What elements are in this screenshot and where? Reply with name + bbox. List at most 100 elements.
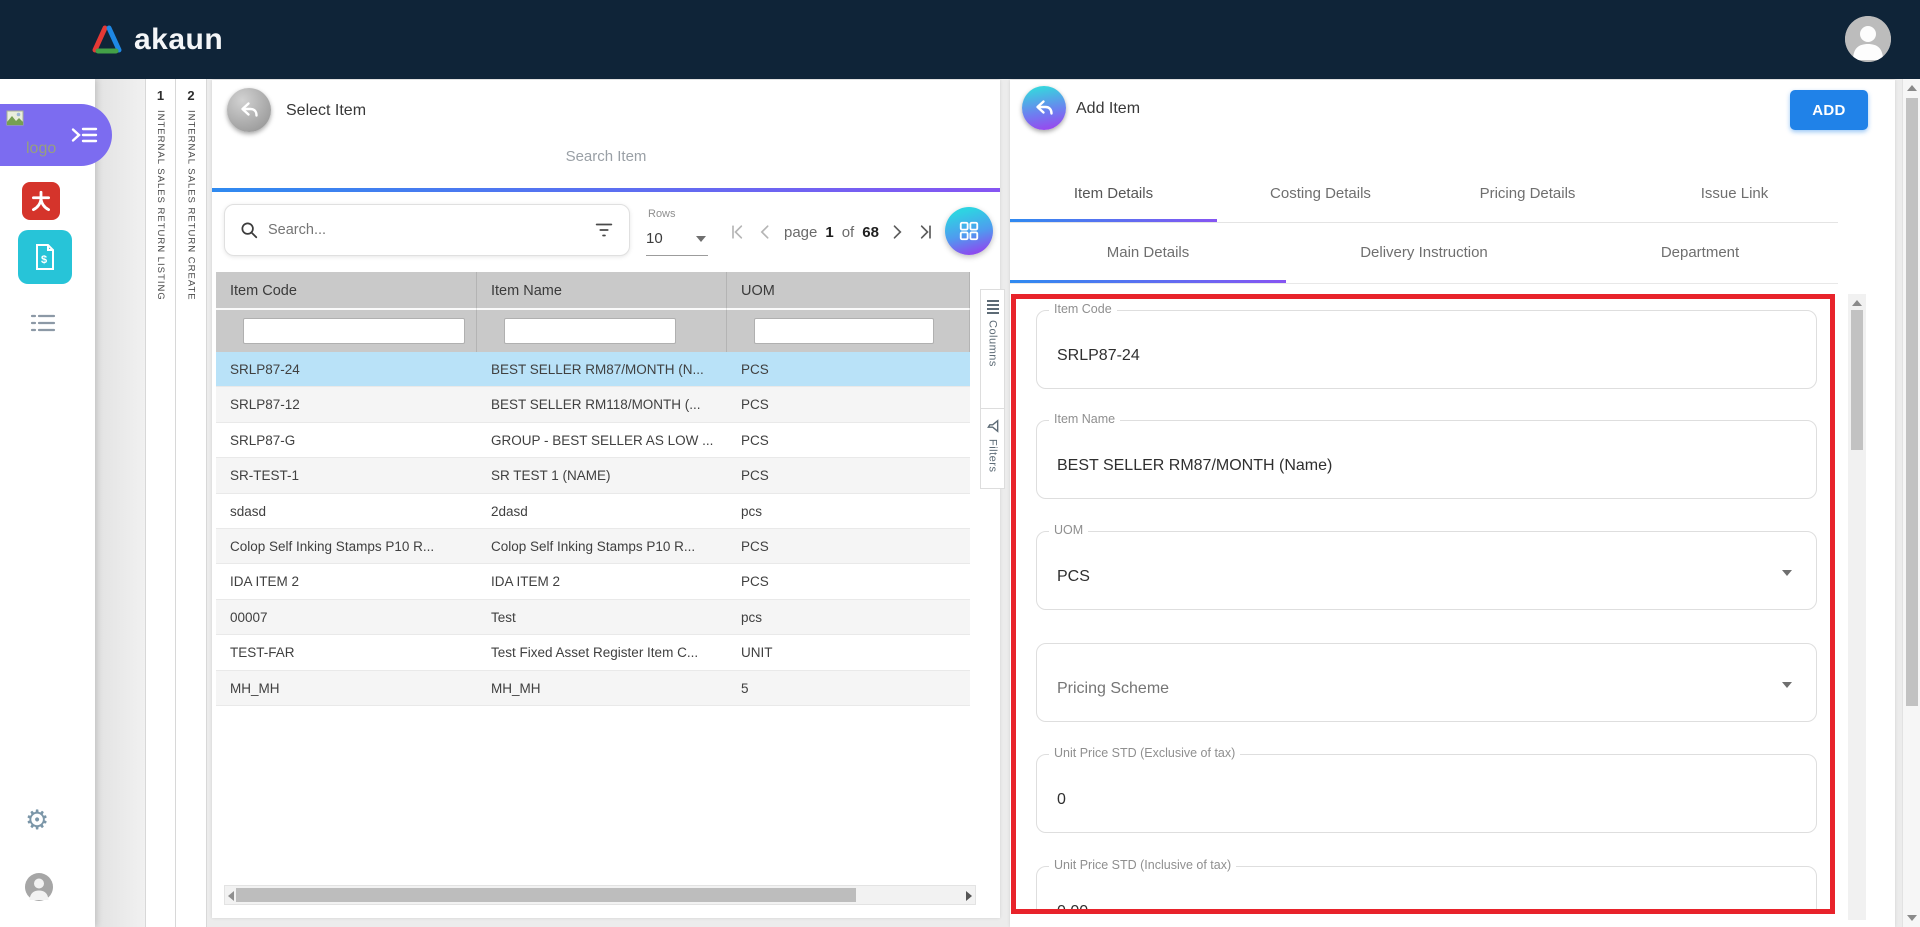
filter-list-icon[interactable] xyxy=(593,220,615,240)
rows-caret-icon xyxy=(696,236,706,242)
table-filter-row xyxy=(216,310,970,352)
search-item-tab[interactable]: Search Item xyxy=(212,148,1000,165)
workspace-tab-number: 2 xyxy=(187,88,194,103)
uom-filter-input[interactable] xyxy=(754,318,934,344)
table-row[interactable]: sdasd2dasdpcs xyxy=(216,494,970,529)
add-item-back-button[interactable] xyxy=(1022,86,1066,130)
filters-funnel-icon xyxy=(986,419,1000,433)
last-page-button[interactable] xyxy=(913,220,937,244)
scroll-up-arrow-icon[interactable] xyxy=(1852,300,1862,306)
scroll-left-arrow-icon[interactable] xyxy=(228,891,234,901)
total-pages-number: 68 xyxy=(862,224,879,241)
item-name-filter-input[interactable] xyxy=(504,318,676,344)
avatar-person-icon xyxy=(1845,16,1891,62)
first-page-button[interactable] xyxy=(726,220,750,244)
settings-gear-icon[interactable]: ⚙ xyxy=(25,805,49,836)
cell-item-code: Colop Self Inking Stamps P10 R... xyxy=(216,529,477,563)
page-word: page xyxy=(784,224,817,241)
table-row[interactable]: SRLP87-GGROUP - BEST SELLER AS LOW ...PC… xyxy=(216,423,970,458)
table-body: SRLP87-24BEST SELLER RM87/MONTH (N...PCS… xyxy=(216,352,970,706)
cell-uom: PCS xyxy=(727,458,970,492)
sales-document-icon: $ xyxy=(32,242,58,272)
subtab-main-details[interactable]: Main Details xyxy=(1010,230,1286,278)
sidebar-app-red[interactable] xyxy=(22,182,60,220)
form-field-item-name[interactable]: Item NameBEST SELLER RM87/MONTH (Name) xyxy=(1036,420,1817,499)
cell-uom: UNIT xyxy=(727,635,970,669)
page-scrollbar xyxy=(1902,79,1920,927)
next-page-button[interactable] xyxy=(885,220,909,244)
select-item-back-button[interactable] xyxy=(227,88,271,132)
select-item-title: Select Item xyxy=(286,102,366,120)
columns-strip-tab[interactable]: Columns xyxy=(981,290,1004,408)
table-row[interactable]: SRLP87-12BEST SELLER RM118/MONTH (...PCS xyxy=(216,387,970,422)
grid-view-button[interactable] xyxy=(945,207,993,255)
cell-item-name: BEST SELLER RM118/MONTH (... xyxy=(477,387,727,421)
table-horizontal-scrollbar xyxy=(224,885,976,905)
item-code-filter-input[interactable] xyxy=(243,318,465,344)
sidebar-logo-pill[interactable]: logo xyxy=(0,104,112,166)
tab-costing-details[interactable]: Costing Details xyxy=(1217,170,1424,222)
form-field-unit-price-std-inclusive-of-tax[interactable]: Unit Price STD (Inclusive of tax)0.00 xyxy=(1036,866,1817,914)
field-value-unit-price-std-inclusive-of-tax: 0.00 xyxy=(1057,903,1088,914)
tab-issue-link[interactable]: Issue Link xyxy=(1631,170,1838,222)
cell-item-name: 2dasd xyxy=(477,494,727,528)
subtab-department[interactable]: Department xyxy=(1562,230,1838,278)
prev-page-icon xyxy=(756,222,776,242)
table-row[interactable]: SRLP87-24BEST SELLER RM87/MONTH (N...PCS xyxy=(216,352,970,387)
table-row[interactable]: MH_MHMH_MH5 xyxy=(216,671,970,706)
table-row[interactable]: Colop Self Inking Stamps P10 R...Colop S… xyxy=(216,529,970,564)
cell-item-name: MH_MH xyxy=(477,671,727,705)
form-field-unit-price-std-exclusive-of-tax[interactable]: Unit Price STD (Exclusive of tax)0 xyxy=(1036,754,1817,833)
cell-uom: PCS xyxy=(727,387,970,421)
table-row[interactable]: IDA ITEM 2IDA ITEM 2PCS xyxy=(216,564,970,599)
user-avatar[interactable] xyxy=(1845,16,1891,62)
search-input[interactable] xyxy=(268,222,593,238)
scroll-right-arrow-icon[interactable] xyxy=(966,891,972,901)
subtab-delivery-instruction[interactable]: Delivery Instruction xyxy=(1286,230,1562,278)
cell-item-name: Test Fixed Asset Register Item C... xyxy=(477,635,727,669)
rows-per-page-value: 10 xyxy=(646,230,663,247)
scroll-down-arrow-icon[interactable] xyxy=(1907,915,1917,921)
cell-item-code: 00007 xyxy=(216,600,477,634)
table-row[interactable]: TEST-FARTest Fixed Asset Register Item C… xyxy=(216,635,970,670)
workspace-tab-internal-sales-return-listing[interactable]: 1INTERNAL SALES RETURN LISTING xyxy=(145,79,176,927)
form-scroll-thumb[interactable] xyxy=(1851,310,1863,450)
form-field-pricing-scheme[interactable]: Pricing Scheme xyxy=(1036,643,1817,722)
add-item-panel: Add Item ADD Item DetailsCosting Details… xyxy=(1010,80,1895,927)
cell-item-code: SRLP87-G xyxy=(216,423,477,457)
horizontal-scroll-thumb[interactable] xyxy=(236,888,856,902)
cell-item-code: MH_MH xyxy=(216,671,477,705)
tabs-divider xyxy=(1010,222,1838,223)
sidebar-app-sales-doc[interactable]: $ xyxy=(18,230,72,284)
filters-strip-tab[interactable]: Filters xyxy=(981,408,1004,488)
field-label-item-name: Item Name xyxy=(1049,412,1120,426)
subtabs-divider xyxy=(1010,283,1838,284)
back-arrow-icon xyxy=(1032,96,1056,120)
topbar: akaun xyxy=(0,0,1920,79)
item-table: Item CodeItem NameUOM SRLP87-24BEST SELL… xyxy=(216,272,970,706)
field-label-unit-price-std-exclusive-of-tax: Unit Price STD (Exclusive of tax) xyxy=(1049,746,1240,760)
page-scroll-thumb[interactable] xyxy=(1906,98,1918,706)
sidebar-list-menu[interactable] xyxy=(30,313,56,333)
prev-page-button[interactable] xyxy=(754,220,778,244)
tab-item-details[interactable]: Item Details xyxy=(1010,170,1217,222)
add-button[interactable]: ADD xyxy=(1790,90,1868,130)
form-field-uom[interactable]: UOMPCS xyxy=(1036,531,1817,610)
table-row[interactable]: SR-TEST-1SR TEST 1 (NAME)PCS xyxy=(216,458,970,493)
cell-uom: PCS xyxy=(727,423,970,457)
form-field-item-code[interactable]: Item CodeSRLP87-24 xyxy=(1036,310,1817,389)
expand-sidebar-icon[interactable] xyxy=(71,125,98,145)
rows-per-page-select[interactable]: 10 xyxy=(646,226,708,256)
table-row[interactable]: 00007Testpcs xyxy=(216,600,970,635)
workspace-tab-label: INTERNAL SALES RETURN CREATE xyxy=(186,110,197,301)
tab-pricing-details[interactable]: Pricing Details xyxy=(1424,170,1631,222)
brand-logo[interactable]: akaun xyxy=(90,23,223,57)
workspace-tab-label: INTERNAL SALES RETURN LISTING xyxy=(155,110,166,301)
sidebar-user-icon[interactable] xyxy=(24,872,54,902)
scroll-up-arrow-icon[interactable] xyxy=(1907,85,1917,91)
app-root: akaun logo xyxy=(0,0,1920,927)
cell-item-code: SR-TEST-1 xyxy=(216,458,477,492)
grid-view-icon xyxy=(958,220,980,242)
field-value-pricing-scheme: Pricing Scheme xyxy=(1057,680,1169,698)
workspace-tab-internal-sales-return-create[interactable]: 2 INTERNAL SALES RETURN CREATE xyxy=(176,79,207,927)
